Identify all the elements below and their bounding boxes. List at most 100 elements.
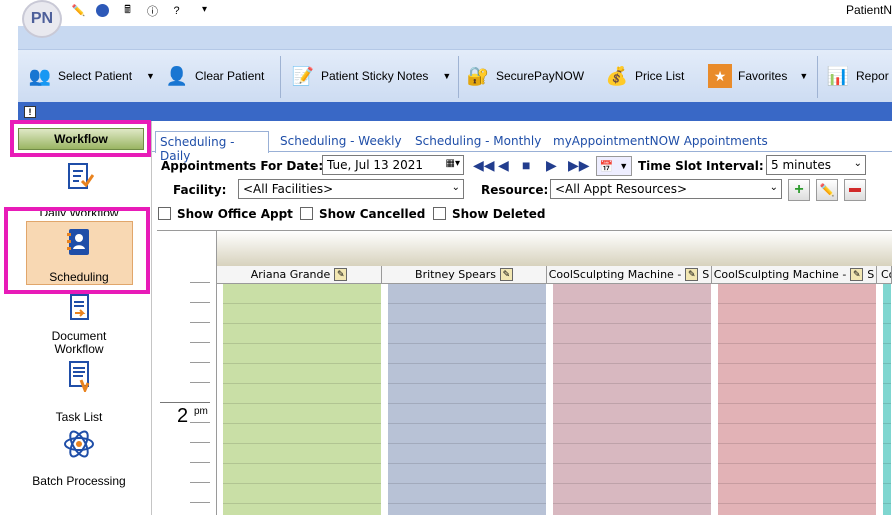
show-deleted-checkbox[interactable] (433, 207, 446, 220)
chevron-down-icon: ⌄ (769, 182, 778, 193)
calculator-icon[interactable]: 🖩 (119, 2, 136, 19)
chevron-down-icon[interactable]: ▼ (146, 71, 155, 81)
tab-scheduling-weekly[interactable]: Scheduling - Weekly (280, 134, 402, 148)
slot-interval-select[interactable]: 5 minutes ⌄ (766, 155, 866, 175)
circle-icon[interactable] (94, 2, 111, 19)
time-tick (190, 442, 210, 443)
chevron-down-icon[interactable]: ▼ (799, 71, 808, 81)
info-icon[interactable]: ⓘ (144, 2, 161, 19)
show-cancelled-label: Show Cancelled (319, 207, 426, 221)
resource-select[interactable]: <All Appt Resources> ⌄ (550, 179, 782, 199)
column-header-britney-spears[interactable]: Britney Spears ✎ (382, 266, 547, 284)
schedule-column[interactable] (388, 284, 547, 515)
highlight-scheduling (4, 207, 150, 294)
clipboard-check-icon (63, 160, 95, 192)
alert-icon[interactable]: ! (24, 106, 36, 118)
chevron-down-icon[interactable]: ▼ (442, 71, 451, 81)
tab-scheduling-monthly[interactable]: Scheduling - Monthly (415, 134, 541, 148)
time-tick (190, 502, 210, 503)
sidebar-header[interactable]: Workflow (18, 128, 144, 150)
time-tick (190, 322, 210, 323)
chevron-down-icon: ▼ (619, 161, 629, 171)
sidebar-item-task-list[interactable]: Task List (24, 360, 134, 424)
hour-divider (160, 402, 210, 403)
appt-date-field[interactable]: Tue, Jul 13 2021 ▦▾ (322, 155, 464, 175)
slot-interval-label: Time Slot Interval: (638, 159, 764, 173)
show-deleted-label: Show Deleted (452, 207, 546, 221)
column-header-coolsculpting-1[interactable]: CoolSculpting Machine - ✎ S (547, 266, 712, 284)
ampm-label: pm (194, 406, 208, 417)
show-cancelled-checkbox[interactable] (300, 207, 313, 220)
reports-button[interactable]: 📊 Repor (826, 60, 889, 92)
stop-icon[interactable]: ■ (522, 157, 530, 173)
securepay-button[interactable]: 🔐 SecurePayNOW (466, 60, 584, 92)
facility-select[interactable]: <All Facilities> ⌄ (238, 179, 464, 199)
toolbar-divider (458, 56, 459, 98)
column-header-ariana-grande[interactable]: Ariana Grande ✎ (217, 266, 382, 284)
column-header-co[interactable]: Co (877, 266, 892, 284)
schedule-column[interactable] (718, 284, 877, 515)
star-icon: ★ (708, 64, 732, 88)
show-office-label: Show Office Appt (177, 207, 293, 221)
time-tick (190, 302, 210, 303)
time-tick (190, 282, 210, 283)
favorites-button[interactable]: ★ Favorites ▼ (708, 60, 808, 92)
lock-key-icon: 🔐 (466, 65, 490, 86)
time-tick (190, 362, 210, 363)
toolbar-divider (280, 56, 281, 98)
sidebar-item-batch-processing[interactable]: Batch Processing (24, 428, 134, 488)
notification-bar (18, 102, 892, 121)
tab-myappointmentnow[interactable]: myAppointmentNOW Appointments (553, 134, 768, 148)
tab-scheduling-daily[interactable]: Scheduling - Daily (155, 131, 269, 163)
resource-label: Resource: (481, 183, 549, 197)
time-tick (190, 342, 210, 343)
edit-icon[interactable]: ✎ (850, 268, 864, 281)
price-list-button[interactable]: 💰 Price List (605, 60, 685, 92)
help-icon[interactable]: ? (168, 2, 185, 19)
sidebar-item-document-workflow[interactable]: Document Workflow (24, 292, 134, 356)
remove-resource-button[interactable] (844, 179, 866, 201)
atom-icon (63, 428, 95, 460)
select-patient-button[interactable]: 👥 Select Patient ▼ (28, 60, 155, 92)
quick-access-dropdown-icon[interactable]: ▾ (202, 4, 207, 15)
clear-user-icon: 👤 (165, 65, 189, 86)
last-page-icon[interactable]: ▶▶ (568, 157, 590, 174)
schedule-column[interactable] (883, 284, 892, 515)
facility-label: Facility: (173, 183, 227, 197)
time-tick (190, 422, 210, 423)
edit-icon[interactable]: ✎ (499, 268, 513, 281)
chevron-down-icon: ⌄ (853, 158, 862, 169)
first-page-icon[interactable]: ◀◀ (473, 157, 495, 174)
edit-resource-button[interactable]: ✏️ (816, 179, 838, 201)
task-list-icon (63, 360, 95, 392)
schedule-column[interactable] (553, 284, 712, 515)
time-column (157, 231, 217, 515)
app-logo[interactable]: PN (22, 0, 62, 38)
chart-icon: 📊 (826, 65, 850, 86)
previous-icon[interactable]: ◀ (498, 157, 509, 174)
show-office-checkbox[interactable] (158, 207, 171, 220)
add-resource-button[interactable]: + (788, 179, 810, 201)
sticky-note-icon: 📝 (291, 65, 315, 86)
time-tick (190, 382, 210, 383)
hour-label: 2 (177, 405, 189, 427)
calendar-picker-button[interactable]: 📅 ▼ (596, 156, 632, 176)
users-icon: 👥 (28, 65, 52, 86)
minus-icon (849, 188, 861, 192)
calendar-icon: 📅 (599, 160, 614, 173)
edit-icon[interactable]: ✎ (685, 268, 699, 281)
pencil-icon[interactable]: ✏️ (70, 2, 87, 19)
clear-patient-button[interactable]: 👤 Clear Patient (165, 60, 265, 92)
schedule-column[interactable] (223, 284, 382, 515)
document-icon (63, 292, 95, 324)
ribbon-tabs-bar (0, 26, 892, 50)
edit-icon[interactable]: ✎ (334, 268, 348, 281)
toolbar-divider (817, 56, 818, 98)
appt-date-label: Appointments For Date: (161, 159, 324, 173)
chevron-down-icon: ⌄ (451, 182, 460, 193)
calendar-icon[interactable]: ▦▾ (446, 158, 460, 169)
next-icon[interactable]: ▶ (546, 157, 557, 174)
sticky-notes-button[interactable]: 📝 Patient Sticky Notes ▼ (291, 60, 452, 92)
column-header-coolsculpting-2[interactable]: CoolSculpting Machine - ✎ S (712, 266, 877, 284)
time-tick (190, 482, 210, 483)
